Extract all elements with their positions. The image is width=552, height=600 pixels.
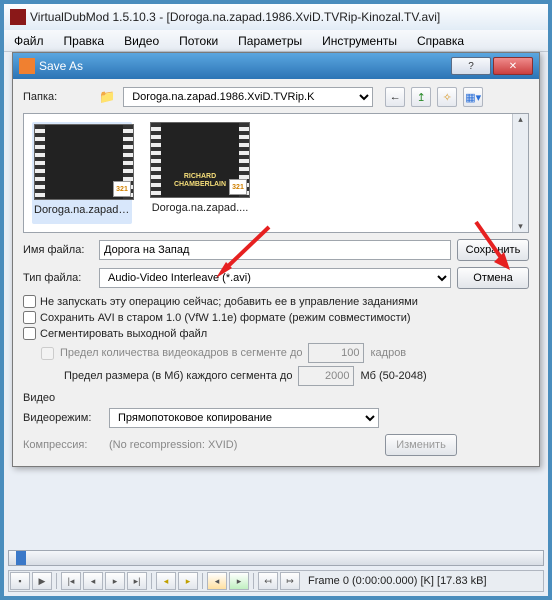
tb-start-icon[interactable]: |◂ (61, 572, 81, 590)
timeline-scrubber[interactable] (8, 550, 544, 566)
segment-frames-label: Предел количества видеокадров в сегменте… (60, 347, 302, 359)
segment-frames-input (308, 343, 364, 363)
file-list-pane[interactable]: 321 Doroga.na.zapad.... RICHARD CHAMBERL… (23, 113, 529, 233)
dialog-icon (19, 58, 35, 74)
defer-checkbox[interactable] (23, 295, 36, 308)
folder-label: Папка: (23, 91, 93, 103)
file-pane-scrollbar[interactable] (512, 114, 528, 232)
dialog-title-text: Save As (39, 59, 83, 73)
segment-frames-suffix: кадров (370, 347, 406, 359)
folder-icon: 📁 (99, 89, 115, 105)
compression-label: Компрессия: (23, 439, 103, 451)
tb-markin-icon[interactable]: ↤ (258, 572, 278, 590)
timeline-playhead[interactable] (17, 552, 25, 564)
tb-scenedet-back-icon[interactable]: ◂ (207, 572, 227, 590)
oldavi-checkbox-label: Сохранить AVI в старом 1.0 (VfW 1.1e) фо… (40, 312, 411, 324)
cancel-button[interactable]: Отмена (457, 267, 529, 289)
segment-size-row: Предел размера (в Мб) каждого сегмента д… (41, 366, 529, 386)
tb-stop-icon[interactable]: ▪ (10, 572, 30, 590)
file-item-0[interactable]: 321 Doroga.na.zapad.... (32, 122, 132, 224)
menu-video[interactable]: Видео (114, 32, 169, 50)
bottom-toolbar: ▪ ▶ |◂ ◂ ▸ ▸| ◂ ▸ ◂ ▸ ↤ ↦ Frame 0 (0:00:… (8, 570, 544, 592)
tb-play-icon[interactable]: ▶ (32, 572, 52, 590)
tb-end-icon[interactable]: ▸| (127, 572, 147, 590)
menu-options[interactable]: Параметры (228, 32, 312, 50)
videomode-dropdown[interactable]: Прямопотоковое копирование (109, 408, 379, 428)
menu-help[interactable]: Справка (407, 32, 474, 50)
window-title: VirtualDubMod 1.5.10.3 - [Doroga.na.zapa… (30, 10, 440, 24)
video-section-header: Видео (23, 392, 529, 404)
menu-file[interactable]: Файл (4, 32, 54, 50)
defer-checkbox-row[interactable]: Не запускать эту операцию сейчас; добави… (23, 295, 529, 308)
file-item-0-label: Doroga.na.zapad.... (34, 204, 130, 216)
mpc-badge-icon: 321 (113, 181, 131, 197)
main-menubar: Файл Правка Видео Потоки Параметры Инстр… (4, 30, 548, 52)
tb-keyprev-icon[interactable]: ◂ (156, 572, 176, 590)
filetype-dropdown[interactable]: Audio-Video Interleave (*.avi) (99, 268, 451, 288)
nav-viewmenu-icon[interactable]: ▦▾ (463, 87, 483, 107)
save-button[interactable]: Сохранить (457, 239, 529, 261)
compression-value: (No recompression: XVID) (109, 439, 379, 451)
segment-size-suffix: Мб (50-2048) (360, 370, 426, 382)
nav-newfolder-icon[interactable]: ✧ (437, 87, 457, 107)
filename-input[interactable] (99, 240, 451, 260)
tb-scenedet-fwd-icon[interactable]: ▸ (229, 572, 249, 590)
segment-checkbox-label: Сегментировать выходной файл (40, 328, 207, 340)
nav-up-icon[interactable]: ↥ (411, 87, 431, 107)
change-compression-button: Изменить (385, 434, 457, 456)
oldavi-checkbox-row[interactable]: Сохранить AVI в старом 1.0 (VfW 1.1e) фо… (23, 311, 529, 324)
save-as-dialog: Save As ? ✕ Папка: 📁 Doroga.na.zapad.198… (12, 52, 540, 467)
videomode-label: Видеорежим: (23, 412, 103, 424)
menu-edit[interactable]: Правка (54, 32, 115, 50)
menu-tools[interactable]: Инструменты (312, 32, 407, 50)
thumb-overlay-text: RICHARD CHAMBERLAIN (165, 173, 235, 189)
tb-markout-icon[interactable]: ↦ (280, 572, 300, 590)
folder-dropdown[interactable]: Doroga.na.zapad.1986.XviD.TVRip.K (123, 87, 373, 107)
nav-back-icon[interactable]: ← (385, 87, 405, 107)
file-item-1[interactable]: RICHARD CHAMBERLAIN 321 Doroga.na.zapad.… (150, 122, 250, 224)
tb-next-icon[interactable]: ▸ (105, 572, 125, 590)
filename-label: Имя файла: (23, 244, 93, 256)
menu-streams[interactable]: Потоки (169, 32, 228, 50)
segment-size-input (298, 366, 354, 386)
dialog-close-button[interactable]: ✕ (493, 57, 533, 75)
tb-keynext-icon[interactable]: ▸ (178, 572, 198, 590)
segment-frames-checkbox (41, 347, 54, 360)
dialog-help-button[interactable]: ? (451, 57, 491, 75)
dialog-titlebar[interactable]: Save As ? ✕ (13, 53, 539, 79)
main-window-titlebar: VirtualDubMod 1.5.10.3 - [Doroga.na.zapa… (4, 4, 548, 30)
mpc-badge-icon: 321 (229, 179, 247, 195)
segment-frames-row: Предел количества видеокадров в сегменте… (41, 343, 529, 363)
filetype-label: Тип файла: (23, 272, 93, 284)
defer-checkbox-label: Не запускать эту операцию сейчас; добави… (40, 296, 418, 308)
oldavi-checkbox[interactable] (23, 311, 36, 324)
app-icon (10, 9, 26, 25)
segment-checkbox[interactable] (23, 327, 36, 340)
segment-size-label: Предел размера (в Мб) каждого сегмента д… (64, 370, 292, 382)
file-item-1-label: Doroga.na.zapad.... (150, 202, 250, 214)
tb-prev-icon[interactable]: ◂ (83, 572, 103, 590)
status-frame-text: Frame 0 (0:00:00.000) [K] [17.83 kB] (308, 575, 487, 587)
segment-checkbox-row[interactable]: Сегментировать выходной файл (23, 327, 529, 340)
